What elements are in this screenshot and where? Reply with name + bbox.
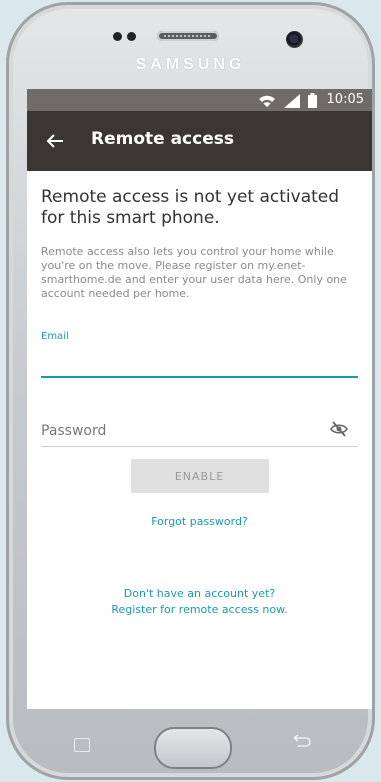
register-block: Don't have an account yet? Register for … bbox=[41, 586, 358, 618]
main-content: Remote access is not yet activated for t… bbox=[27, 187, 372, 618]
status-time: 10:05 bbox=[326, 92, 364, 107]
home-button[interactable] bbox=[154, 727, 232, 769]
email-label: Email bbox=[41, 331, 69, 342]
wifi-icon bbox=[259, 95, 275, 107]
enable-button[interactable]: ENABLE bbox=[130, 459, 269, 493]
back-key-icon bbox=[293, 734, 311, 747]
signal-icon bbox=[284, 94, 300, 108]
page-title: Remote access bbox=[91, 129, 234, 149]
register-link[interactable]: Register for remote access now. bbox=[41, 602, 358, 618]
sensor-dot bbox=[113, 32, 122, 41]
activation-description: Remote access also lets you control your… bbox=[41, 245, 347, 300]
arrow-left-icon bbox=[46, 134, 63, 148]
back-key[interactable] bbox=[290, 732, 316, 752]
forgot-password-link[interactable]: Forgot password? bbox=[41, 515, 358, 528]
earpiece-speaker bbox=[157, 31, 219, 41]
password-field-group bbox=[41, 418, 358, 447]
status-icons bbox=[258, 93, 317, 108]
eye-off-icon[interactable] bbox=[330, 421, 348, 437]
app-bar: Remote access bbox=[27, 111, 372, 171]
status-bar: 10:05 bbox=[27, 89, 372, 111]
email-field-group: Email bbox=[41, 331, 358, 378]
screen: 10:05 Remote access Remote access is not… bbox=[27, 89, 372, 709]
activation-headline: Remote access is not yet activated for t… bbox=[41, 187, 340, 228]
sensor-dot bbox=[127, 32, 136, 41]
email-field[interactable] bbox=[41, 350, 358, 378]
no-account-link[interactable]: Don't have an account yet? bbox=[41, 586, 358, 602]
front-camera bbox=[286, 31, 303, 48]
recent-apps-button[interactable] bbox=[74, 738, 90, 752]
password-field[interactable] bbox=[41, 418, 321, 444]
back-button[interactable] bbox=[41, 127, 69, 155]
battery-icon bbox=[308, 93, 317, 108]
device-brand: SAMSUNG bbox=[135, 56, 246, 73]
